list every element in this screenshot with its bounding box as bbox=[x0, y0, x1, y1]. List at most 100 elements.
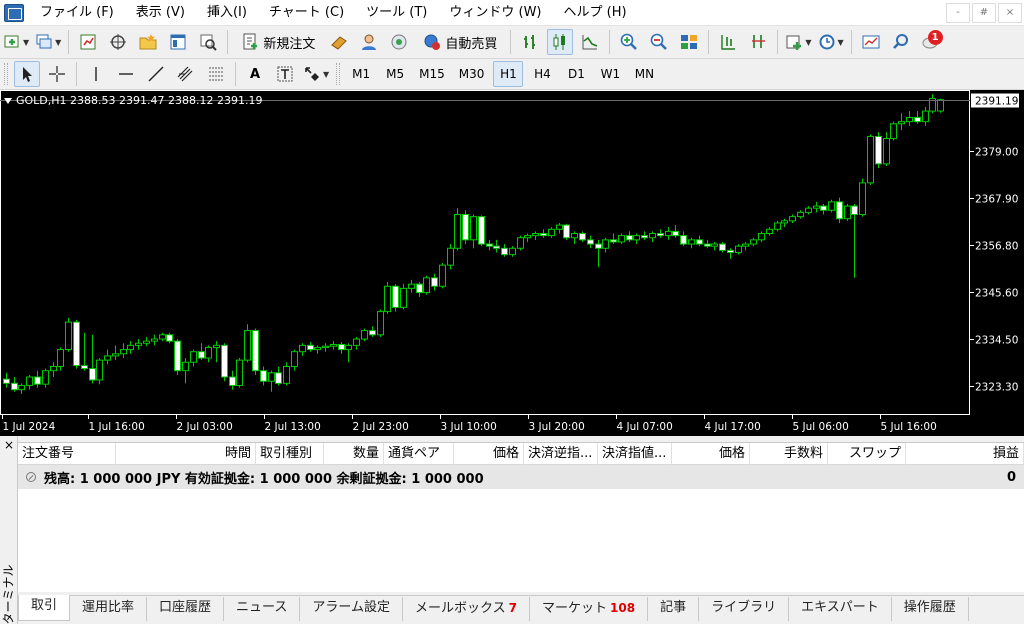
auto-trading-label: 自動売買 bbox=[445, 36, 498, 52]
candle-body bbox=[820, 205, 827, 211]
data-window-button[interactable] bbox=[105, 29, 131, 55]
menu-tools[interactable]: ツール (T) bbox=[356, 0, 439, 26]
timeframe-h1-button[interactable]: H1 bbox=[493, 61, 524, 87]
column-header[interactable]: 注文番号 bbox=[18, 443, 116, 465]
vertical-line-tool-button[interactable] bbox=[83, 61, 109, 87]
search-button[interactable] bbox=[888, 29, 914, 55]
terminal-tab[interactable]: マーケット 108 bbox=[530, 597, 649, 621]
support-center-button[interactable] bbox=[356, 29, 382, 55]
arrows-tool-button[interactable]: ▼ bbox=[302, 61, 330, 87]
timeframe-d1-button[interactable]: D1 bbox=[561, 61, 591, 87]
x-axis-tick-label: 1 Jul 2024 bbox=[3, 421, 56, 433]
menu-window[interactable]: ウィンドウ (W) bbox=[439, 0, 553, 26]
timeframe-m1-button[interactable]: M1 bbox=[346, 61, 376, 87]
column-header[interactable]: 価格 bbox=[454, 443, 524, 465]
price-chart-window[interactable]: 2323.30 2334.50 2345.60 2356.80 2367.90 2379.… bbox=[0, 90, 1024, 436]
profiles-button[interactable]: ▼ bbox=[34, 29, 62, 55]
candle-body bbox=[704, 243, 711, 247]
candle-body bbox=[493, 245, 500, 249]
menu-file[interactable]: ファイル (F) bbox=[30, 0, 126, 26]
terminal-tab[interactable]: 取引 bbox=[18, 595, 71, 621]
menu-help[interactable]: ヘルプ (H) bbox=[554, 0, 639, 26]
tile-windows-button[interactable] bbox=[676, 29, 702, 55]
text-tool-button[interactable]: A bbox=[242, 61, 268, 87]
minimize-button[interactable]: - bbox=[946, 2, 970, 23]
horizontal-line-tool-button[interactable] bbox=[113, 61, 139, 87]
terminal-side-label: ターミナル bbox=[1, 564, 16, 624]
column-header[interactable]: 決済逆指... bbox=[524, 443, 598, 465]
signals-button[interactable] bbox=[386, 29, 412, 55]
column-header[interactable]: 取引種別 bbox=[256, 443, 324, 465]
market-watch-button[interactable] bbox=[75, 29, 101, 55]
candle-body bbox=[439, 264, 446, 287]
menu-view[interactable]: 表示 (V) bbox=[126, 0, 197, 26]
new-order-button[interactable]: 新規注文 bbox=[234, 29, 322, 55]
terminal-tab[interactable]: 運用比率 bbox=[70, 597, 148, 621]
terminal-tab[interactable]: アラーム設定 bbox=[300, 597, 404, 621]
terminal-tab[interactable]: メールボックス 7 bbox=[403, 597, 531, 621]
app-logo-icon bbox=[4, 3, 24, 22]
bar-chart-button[interactable] bbox=[517, 29, 543, 55]
close-button[interactable]: × bbox=[998, 2, 1022, 23]
terminal-tab[interactable]: 操作履歴 bbox=[892, 597, 969, 621]
strategy-tester-button[interactable] bbox=[195, 29, 221, 55]
candle-body bbox=[143, 340, 150, 344]
zoom-out-button[interactable] bbox=[646, 29, 672, 55]
terminal-button[interactable] bbox=[165, 29, 191, 55]
candle-body bbox=[548, 228, 555, 237]
timeframe-m30-button[interactable]: M30 bbox=[454, 61, 490, 87]
periods-button[interactable]: ▼ bbox=[817, 29, 845, 55]
auto-scroll-button[interactable] bbox=[745, 29, 771, 55]
new-chart-button[interactable]: ▼ bbox=[2, 29, 30, 55]
column-header[interactable]: スワップ bbox=[828, 443, 906, 465]
cursor-tool-button[interactable] bbox=[14, 61, 40, 87]
notifications-button[interactable]: 1 bbox=[918, 29, 944, 55]
fibonacci-tool-button[interactable] bbox=[203, 61, 229, 87]
terminal-tab[interactable]: 記事 bbox=[648, 597, 700, 621]
indicators-button[interactable]: ▼ bbox=[784, 29, 812, 55]
column-header[interactable]: 数量 bbox=[324, 443, 384, 465]
column-header[interactable]: 決済指値... bbox=[598, 443, 672, 465]
chart-shift-button[interactable] bbox=[715, 29, 741, 55]
timeframe-w1-button[interactable]: W1 bbox=[595, 61, 625, 87]
menu-charts[interactable]: チャート (C) bbox=[259, 0, 356, 26]
crosshair-tool-button[interactable] bbox=[44, 61, 70, 87]
terminal-tab[interactable]: ライブラリ bbox=[699, 597, 790, 621]
candle-body bbox=[851, 205, 858, 216]
candle-body bbox=[65, 321, 72, 351]
timeframe-m15-button[interactable]: M15 bbox=[414, 61, 450, 87]
candle-body bbox=[883, 138, 890, 165]
column-header[interactable]: 価格 bbox=[672, 443, 750, 465]
candle-body bbox=[641, 235, 648, 239]
column-header[interactable]: 通貨ペア bbox=[384, 443, 454, 465]
candlestick-chart-button[interactable] bbox=[547, 29, 574, 55]
text-label-tool-button[interactable] bbox=[272, 61, 298, 87]
candlestick-chart[interactable]: 2323.30 2334.50 2345.60 2356.80 2367.90 2379.… bbox=[0, 90, 1024, 436]
candle-body bbox=[400, 287, 407, 308]
trendline-tool-button[interactable] bbox=[143, 61, 169, 87]
terminal-tab[interactable]: 口座履歴 bbox=[147, 597, 225, 621]
equidistant-channel-tool-button[interactable] bbox=[173, 61, 199, 87]
column-header[interactable]: 損益 bbox=[906, 443, 1024, 465]
toolbar-grip[interactable] bbox=[336, 63, 341, 85]
timeframe-m5-button[interactable]: M5 bbox=[380, 61, 410, 87]
metaeditor-button[interactable] bbox=[326, 29, 352, 55]
terminal-close-button[interactable]: × bbox=[3, 439, 15, 451]
terminal-tab[interactable]: ニュース bbox=[224, 597, 301, 621]
column-header[interactable]: 時間 bbox=[116, 443, 256, 465]
line-chart-button[interactable] bbox=[577, 29, 603, 55]
templates-button[interactable] bbox=[858, 29, 884, 55]
restore-button[interactable]: # bbox=[972, 2, 996, 23]
timeframe-h4-button[interactable]: H4 bbox=[527, 61, 557, 87]
timeframe-mn-button[interactable]: MN bbox=[629, 61, 659, 87]
balance-row[interactable]: 残高: 1 000 000 JPY 有効証拠金: 1 000 000 余剰証拠金… bbox=[18, 465, 1024, 489]
candle-body bbox=[719, 243, 726, 251]
auto-trading-button[interactable]: 自動売買 bbox=[416, 29, 504, 55]
toolbar-grip[interactable] bbox=[4, 63, 8, 85]
navigator-button[interactable] bbox=[135, 29, 161, 55]
column-header[interactable]: 手数料 bbox=[750, 443, 828, 465]
terminal-tab[interactable]: エキスパート bbox=[789, 597, 892, 621]
zoom-in-button[interactable] bbox=[616, 29, 642, 55]
book-icon bbox=[331, 36, 348, 50]
menu-insert[interactable]: 挿入(I) bbox=[197, 0, 259, 26]
